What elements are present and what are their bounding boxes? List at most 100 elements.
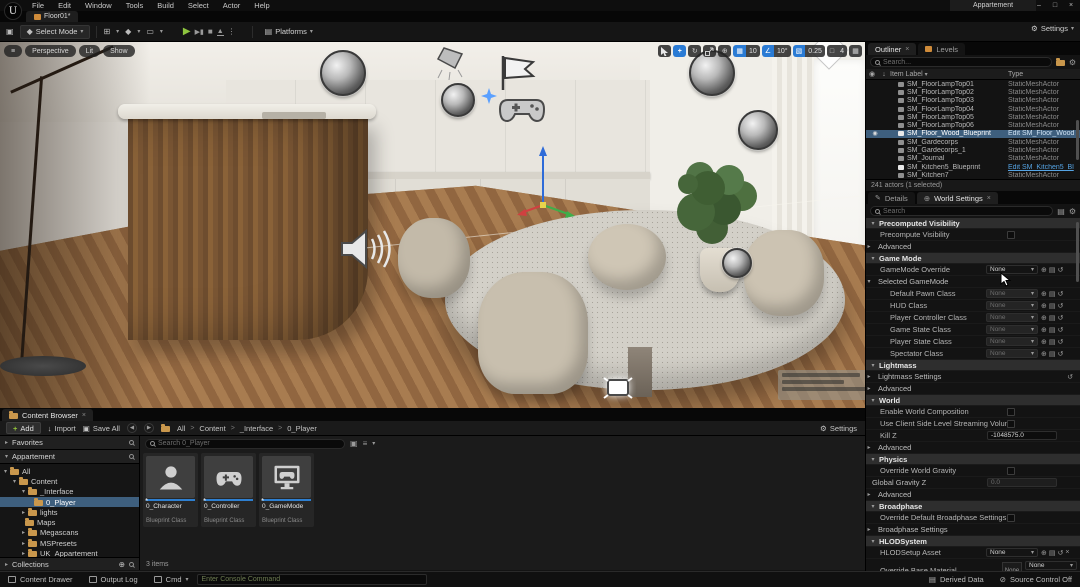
grid-snap-icon[interactable]: ▦ xyxy=(733,45,746,57)
close-icon[interactable]: × xyxy=(987,195,991,202)
move-tool-button[interactable]: + xyxy=(673,45,686,57)
tab-details[interactable]: ✎ Details xyxy=(868,192,915,204)
rotation-snap-value[interactable]: 10° xyxy=(774,45,791,57)
breadcrumb-content[interactable]: Content xyxy=(199,424,225,433)
close-icon[interactable]: × xyxy=(82,412,86,419)
use-selected-icon[interactable]: ⊕ xyxy=(1041,338,1047,346)
reset-icon[interactable]: ↺ xyxy=(1058,338,1064,346)
value-input[interactable]: -1048575.0 xyxy=(987,431,1057,440)
scene-chair[interactable] xyxy=(398,218,470,298)
content-browser-settings-button[interactable]: ⚙ Settings xyxy=(820,424,857,433)
browse-icon[interactable]: ▤ xyxy=(1049,338,1056,346)
checkbox[interactable] xyxy=(1007,514,1015,522)
select-tool-button[interactable] xyxy=(658,45,671,57)
perspective-dropdown[interactable]: Perspective xyxy=(25,45,76,57)
reset-icon[interactable]: ↺ xyxy=(1058,549,1064,557)
use-selected-icon[interactable]: ⊕ xyxy=(1041,302,1047,310)
world-settings-search-input[interactable]: Search xyxy=(870,206,1053,216)
browse-icon[interactable]: ▤ xyxy=(1049,326,1056,334)
console-command-input[interactable]: Enter Console Command xyxy=(197,574,427,585)
particle-sprite[interactable] xyxy=(481,88,497,104)
scene-chair[interactable] xyxy=(744,230,824,316)
tree-item-lights[interactable]: ▸lights xyxy=(0,507,139,517)
menu-file[interactable]: File xyxy=(32,1,44,10)
checkbox[interactable] xyxy=(1007,408,1015,416)
light-bulb-sprite[interactable] xyxy=(441,83,475,117)
property-label[interactable]: Advanced xyxy=(872,443,1077,452)
player-start-flag-sprite[interactable] xyxy=(495,52,539,94)
menu-edit[interactable]: Edit xyxy=(58,1,71,10)
camera-speed-value[interactable]: 4 xyxy=(837,45,847,57)
outliner-scrollbar[interactable] xyxy=(1076,120,1079,160)
browse-icon[interactable]: ▤ xyxy=(1049,290,1056,298)
viewport-options-button[interactable]: ≡ xyxy=(4,45,22,57)
clear-icon[interactable]: × xyxy=(1065,549,1069,557)
menu-build[interactable]: Build xyxy=(157,1,174,10)
world-space-toggle[interactable]: ⊕ xyxy=(718,45,731,57)
maximize-viewport-button[interactable]: ▦ xyxy=(849,45,862,57)
favorites-header[interactable]: ▸ Favorites xyxy=(0,436,139,450)
outliner-row[interactable]: SM_FloorLampTop01StaticMeshActor xyxy=(866,80,1080,88)
chevron-down-icon[interactable]: ▾ xyxy=(160,28,163,35)
use-selected-icon[interactable]: ⊕ xyxy=(1041,549,1047,557)
scale-snap-control[interactable]: ▧ 0.25 xyxy=(793,45,825,57)
checkbox[interactable] xyxy=(1007,231,1015,239)
section-header[interactable]: ▾Broadphase xyxy=(866,501,1080,512)
source-control-button[interactable]: ⊘ Source Control Off xyxy=(992,575,1080,584)
browse-icon[interactable]: ▤ xyxy=(1049,302,1056,310)
play-button[interactable]: ▶ xyxy=(183,26,191,37)
platforms-button[interactable]: ▤ Platforms ▾ xyxy=(259,25,319,39)
reset-icon[interactable]: ↺ xyxy=(1058,350,1064,358)
scene-chair[interactable] xyxy=(588,224,666,290)
reset-icon[interactable]: ↺ xyxy=(1058,290,1064,298)
close-button[interactable]: × xyxy=(1064,0,1078,11)
translate-gizmo[interactable] xyxy=(505,142,585,220)
derived-data-button[interactable]: ▤ Derived Data xyxy=(921,575,992,584)
asset-search-input[interactable]: Search 0_Player xyxy=(145,439,345,449)
import-button[interactable]: ↓ Import xyxy=(48,424,76,433)
property-label[interactable]: Advanced xyxy=(872,242,1077,251)
scale-tool-button[interactable] xyxy=(703,45,716,57)
level-viewport[interactable]: ≡ Perspective Lit Show + ↻ ⊕ ▦ 10 ∠ 10° … xyxy=(0,42,865,408)
use-selected-icon[interactable]: ⊕ xyxy=(1041,266,1047,274)
display-options-icon[interactable]: ▤ xyxy=(1057,207,1065,216)
tree-item-uk_appartement[interactable]: ▸UK_Appartement xyxy=(0,548,139,557)
browse-icon[interactable]: ▤ xyxy=(1049,549,1056,557)
tab-content-browser[interactable]: Content Browser × xyxy=(2,409,93,421)
world-settings-scrollbar[interactable] xyxy=(1076,222,1079,282)
spotlight-sprite[interactable] xyxy=(432,44,472,80)
blueprints-icon[interactable]: ◆ xyxy=(125,27,131,36)
camera-speed-control[interactable]: □ 4 xyxy=(827,45,847,57)
chevron-down-icon[interactable]: ▾ xyxy=(137,28,140,35)
breadcrumb-0_player[interactable]: 0_Player xyxy=(287,424,317,433)
back-button[interactable]: ◀ xyxy=(127,423,137,433)
tree-item-all[interactable]: ▾All xyxy=(0,466,139,476)
add-actor-icon[interactable]: ⊞ xyxy=(103,27,110,36)
view-mode-dropdown[interactable]: Lit xyxy=(79,45,100,57)
section-header[interactable]: ▾Game Mode xyxy=(866,253,1080,264)
column-type[interactable]: Type xyxy=(1008,71,1080,78)
outliner-row[interactable]: SM_Kitchen7StaticMeshActor xyxy=(866,171,1080,179)
cmd-dropdown[interactable]: Cmd ▾ xyxy=(146,572,197,587)
use-selected-icon[interactable]: ⊕ xyxy=(1041,314,1047,322)
dropdown[interactable]: None▾ xyxy=(986,265,1038,274)
use-selected-icon[interactable]: ⊕ xyxy=(1041,326,1047,334)
outliner-row[interactable]: SM_Kitchen5_BlueprintEdit SM_Kitchen5_Bl xyxy=(866,163,1080,171)
breadcrumb-all[interactable]: All xyxy=(177,424,185,433)
asset-tile-0_controller[interactable]: *0_ControllerBlueprint Class xyxy=(201,453,256,527)
rect-light-sprite[interactable] xyxy=(600,372,636,404)
menu-help[interactable]: Help xyxy=(254,1,269,10)
outliner-row[interactable]: SM_FloorLampTop04StaticMeshActor xyxy=(866,105,1080,113)
breadcrumb-_interface[interactable]: _Interface xyxy=(240,424,273,433)
eye-icon[interactable]: ◉ xyxy=(866,130,884,137)
rotate-tool-button[interactable]: ↻ xyxy=(688,45,701,57)
scene-chair[interactable] xyxy=(478,272,588,394)
maximize-button[interactable]: □ xyxy=(1048,0,1062,11)
menu-window[interactable]: Window xyxy=(85,1,112,10)
browse-icon[interactable]: ▤ xyxy=(1049,350,1056,358)
section-header[interactable]: ▾Physics xyxy=(866,454,1080,465)
toolbar-settings-button[interactable]: ⚙ Settings ▾ xyxy=(1031,24,1074,33)
reset-icon[interactable]: ↺ xyxy=(1058,314,1064,322)
tree-item-0_player[interactable]: 0_Player xyxy=(0,497,139,507)
chevron-down-icon[interactable]: ▾ xyxy=(116,28,119,35)
